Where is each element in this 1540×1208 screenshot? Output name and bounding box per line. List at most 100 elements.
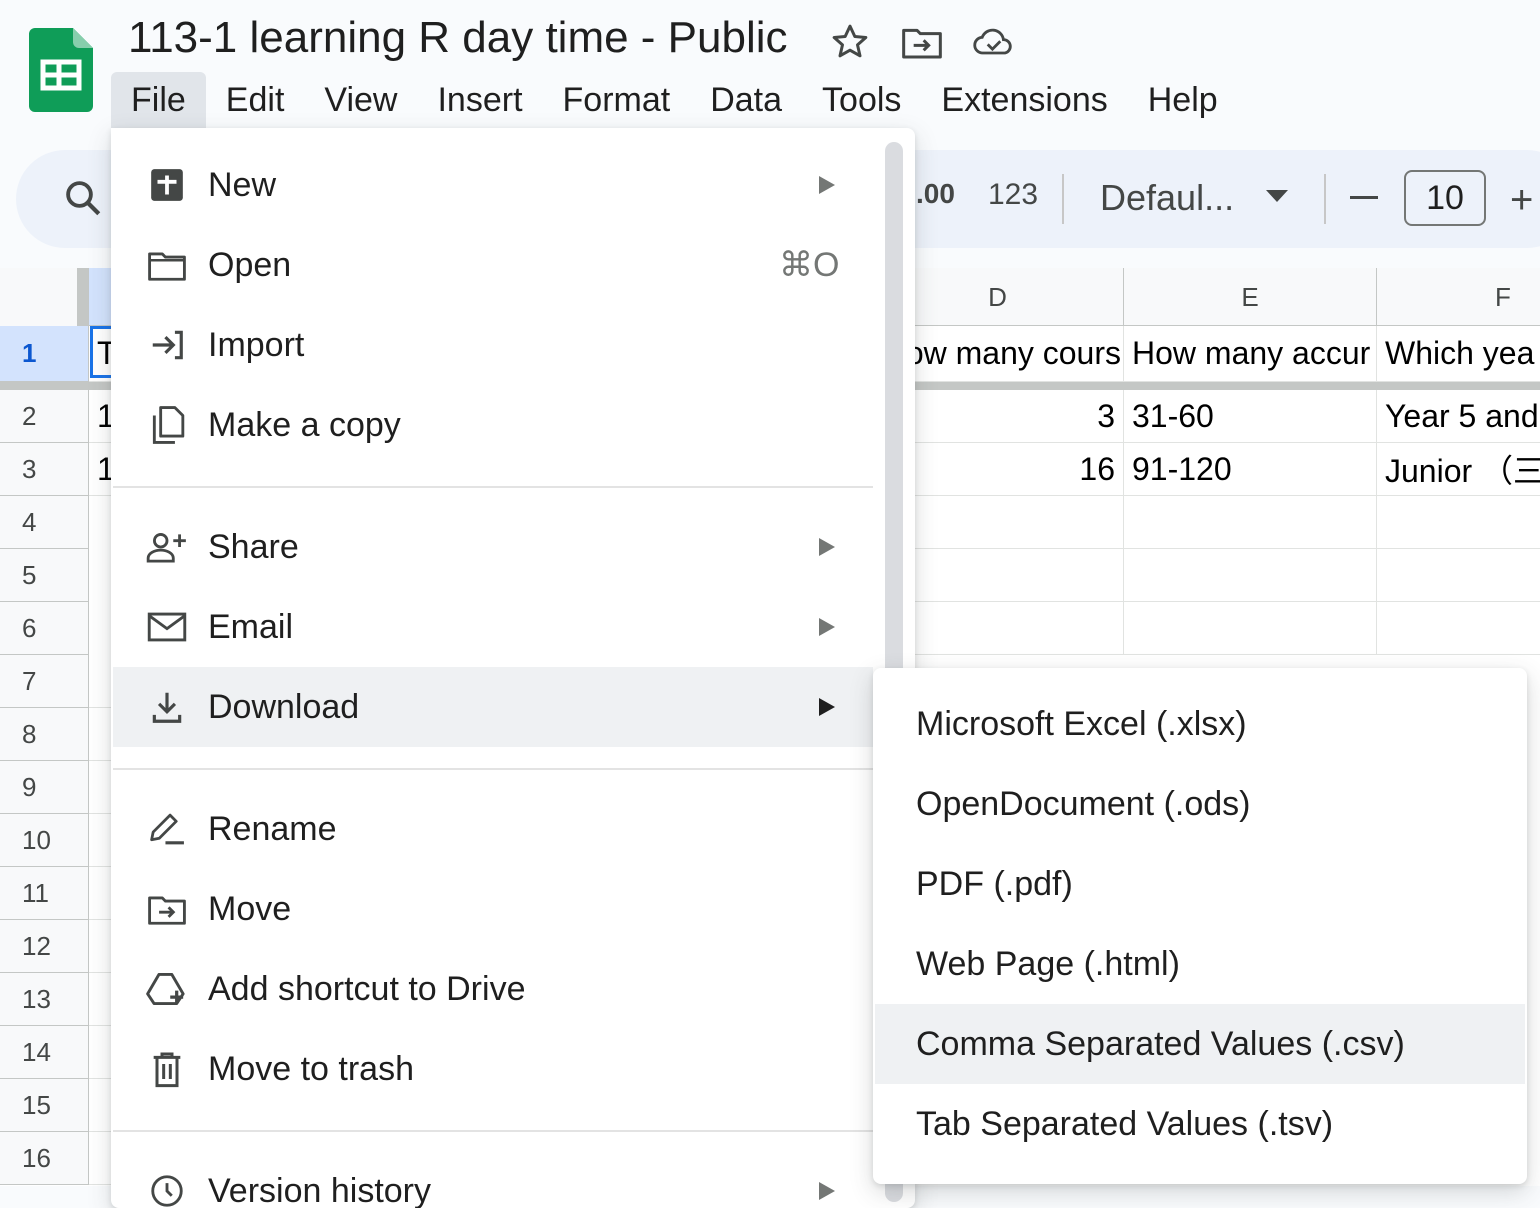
download-html[interactable]: Web Page (.html) [875,924,1525,1004]
submenu-arrow-icon [819,1182,835,1200]
cell[interactable] [1124,602,1377,655]
menu-item-label: Open [208,246,291,285]
row-header[interactable]: 1 [0,326,89,382]
row-header[interactable]: 8 [0,708,89,761]
move-folder-icon [145,887,189,931]
menu-item-label: Make a copy [208,406,401,445]
submenu-item-label: PDF (.pdf) [916,865,1073,904]
cell-e2[interactable]: 31-60 [1124,390,1377,443]
menu-item-add-shortcut[interactable]: Add shortcut to Drive [113,949,873,1029]
move-icon[interactable] [900,20,944,64]
submenu-item-label: OpenDocument (.ods) [916,785,1251,824]
menu-item-label: Version history [208,1172,431,1208]
menu-format[interactable]: Format [543,72,691,128]
menu-item-share[interactable]: Share [113,507,873,587]
menu-item-download[interactable]: Download [113,667,873,747]
submenu-item-label: Tab Separated Values (.tsv) [916,1105,1333,1144]
menu-item-email[interactable]: Email [113,587,873,667]
row-header[interactable]: 11 [0,867,89,920]
search-icon[interactable] [62,177,104,224]
cell-f3[interactable]: Junior （三 [1377,443,1540,496]
person-add-icon [145,525,189,569]
row-header[interactable]: 10 [0,814,89,867]
cell[interactable] [1124,496,1377,549]
download-csv[interactable]: Comma Separated Values (.csv) [875,1004,1525,1084]
cell-f1[interactable]: Which yea [1377,326,1540,382]
cell[interactable] [1377,602,1540,655]
menu-item-label: Add shortcut to Drive [208,970,525,1009]
menu-help[interactable]: Help [1128,72,1238,128]
menu-item-label: Move to trash [208,1050,414,1089]
submenu-item-label: Web Page (.html) [916,945,1180,984]
increase-decimal-button[interactable]: .00 [916,178,955,210]
sheets-logo[interactable] [29,28,93,112]
cell-e3[interactable]: 91-120 [1124,443,1377,496]
chevron-down-icon[interactable] [1266,190,1288,202]
menu-item-label: New [208,166,276,205]
download-tsv[interactable]: Tab Separated Values (.tsv) [875,1084,1525,1164]
column-header-f[interactable]: F [1377,268,1540,326]
toolbar-divider [1324,174,1326,224]
row-header[interactable]: 6 [0,602,89,655]
menu-tools[interactable]: Tools [802,72,921,128]
menu-data[interactable]: Data [690,72,802,128]
menu-file[interactable]: File [111,72,206,128]
column-header-e[interactable]: E [1124,268,1377,326]
copy-icon [145,403,189,447]
download-xlsx[interactable]: Microsoft Excel (.xlsx) [875,684,1525,764]
history-icon [145,1169,189,1208]
row-header[interactable]: 3 [0,443,89,496]
cloud-saved-icon[interactable] [972,20,1016,64]
menu-item-open[interactable]: Open ⌘O [113,225,873,305]
download-ods[interactable]: OpenDocument (.ods) [875,764,1525,844]
menu-item-import[interactable]: Import [113,305,873,385]
row-header[interactable]: 15 [0,1079,89,1132]
submenu-arrow-icon [819,176,835,194]
row-header[interactable]: 14 [0,1026,89,1079]
row-header[interactable]: 5 [0,549,89,602]
menu-extensions[interactable]: Extensions [921,72,1127,128]
menu-divider [113,768,873,770]
menu-item-shortcut: ⌘O [779,245,839,285]
menu-edit[interactable]: Edit [206,72,305,128]
menu-divider [113,1130,873,1132]
menu-item-make-a-copy[interactable]: Make a copy [113,385,873,465]
cell[interactable] [1124,549,1377,602]
number-format-button[interactable]: 123 [988,178,1038,212]
menu-item-label: Import [208,326,304,365]
cell-f2[interactable]: Year 5 and [1377,390,1540,443]
file-menu: New Open ⌘O Import Make a copy Share Ema… [111,128,915,1208]
cell-e1[interactable]: How many accur [1124,326,1377,382]
select-all-corner[interactable] [0,268,89,327]
font-family-select[interactable]: Defaul... [1100,174,1234,222]
rename-icon [145,807,189,851]
trash-icon [145,1047,189,1091]
cell[interactable] [1377,496,1540,549]
menu-item-new[interactable]: New [113,145,873,225]
increase-font-size-button[interactable]: + [1510,180,1533,220]
row-header[interactable]: 12 [0,920,89,973]
row-header[interactable]: 4 [0,496,89,549]
row-header[interactable]: 16 [0,1132,89,1185]
row-header[interactable]: 13 [0,973,89,1026]
row-header[interactable]: 7 [0,655,89,708]
decrease-font-size-button[interactable] [1350,196,1378,199]
menu-item-rename[interactable]: Rename [113,789,873,869]
row-header[interactable]: 9 [0,761,89,814]
font-size-input[interactable]: 10 [1404,170,1486,226]
download-submenu: Microsoft Excel (.xlsx) OpenDocument (.o… [873,668,1527,1184]
submenu-arrow-icon [819,618,835,636]
menu-view[interactable]: View [304,72,417,128]
submenu-item-label: Comma Separated Values (.csv) [916,1025,1405,1064]
menu-item-move-to-trash[interactable]: Move to trash [113,1029,873,1109]
row-header[interactable]: 2 [0,390,89,443]
download-icon [145,685,189,729]
toolbar-divider [1062,174,1064,224]
cell[interactable] [1377,549,1540,602]
star-icon[interactable] [828,20,872,64]
menu-item-move[interactable]: Move [113,869,873,949]
download-pdf[interactable]: PDF (.pdf) [875,844,1525,924]
menu-item-version-history[interactable]: Version history [113,1151,873,1208]
document-title[interactable]: 113-1 learning R day time - Public [128,10,788,66]
menu-insert[interactable]: Insert [417,72,542,128]
